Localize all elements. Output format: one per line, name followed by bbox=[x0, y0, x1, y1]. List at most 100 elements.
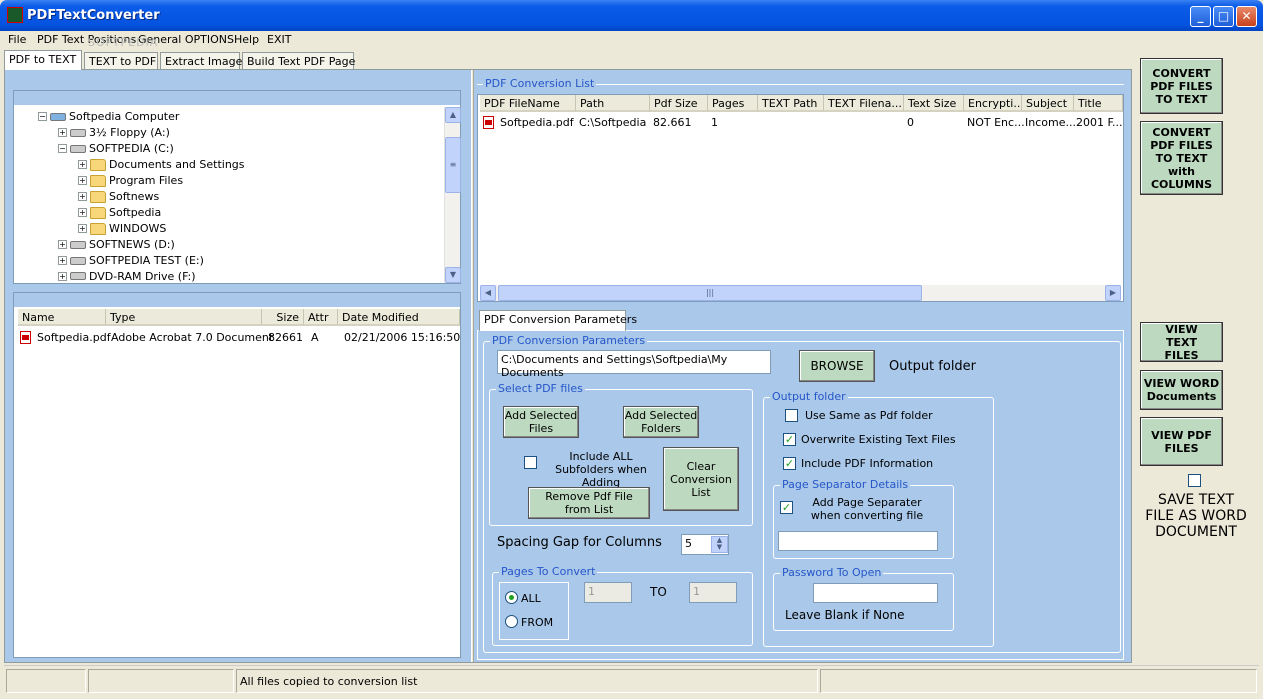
tree-item-floppy[interactable]: + 3½ Floppy (A:) bbox=[58, 126, 170, 139]
view-text-files-button[interactable]: VIEW TEXT FILES bbox=[1140, 322, 1223, 362]
pdf-folder-path-input[interactable]: C:\Documents and Settings\Softpedia\My D… bbox=[497, 350, 771, 379]
conv-filename: Softpedia.pdf bbox=[500, 116, 574, 129]
from-page-stepper[interactable]: 1 bbox=[584, 582, 632, 603]
pages-all-radio[interactable] bbox=[505, 591, 518, 604]
close-button[interactable]: ✕ bbox=[1236, 6, 1257, 27]
tree-item-folder[interactable]: + Program Files bbox=[78, 174, 183, 187]
column-text-size[interactable]: Text Size bbox=[904, 95, 964, 112]
tree-item-folder[interactable]: + Softnews bbox=[78, 190, 159, 203]
include-pdf-info-checkbox[interactable]: ✓ bbox=[783, 457, 796, 470]
column-subject[interactable]: Subject bbox=[1022, 95, 1074, 112]
collapse-icon[interactable]: − bbox=[38, 112, 47, 121]
expand-icon[interactable]: + bbox=[78, 160, 87, 169]
collapse-icon[interactable]: − bbox=[58, 144, 67, 153]
overwrite-checkbox[interactable]: ✓ bbox=[783, 433, 796, 446]
clear-conversion-list-button[interactable]: Clear Conversion List bbox=[663, 447, 739, 511]
tree-item-e-drive[interactable]: + SOFTPEDIA TEST (E:) bbox=[58, 254, 204, 267]
tab-build-text-pdf-page[interactable]: Build Text PDF Page bbox=[242, 52, 355, 70]
tree-item-folder[interactable]: + Softpedia bbox=[78, 206, 161, 219]
save-as-word-checkbox[interactable] bbox=[1188, 474, 1201, 487]
expand-icon[interactable]: + bbox=[58, 128, 67, 137]
menu-exit[interactable]: EXIT bbox=[267, 33, 291, 46]
column-attr[interactable]: Attr bbox=[304, 309, 338, 326]
browse-button[interactable]: BROWSE bbox=[799, 350, 875, 382]
tree-item-d-drive[interactable]: + SOFTNEWS (D:) bbox=[58, 238, 175, 251]
column-pdf-size[interactable]: Pdf Size bbox=[650, 95, 708, 112]
menu-file[interactable]: File bbox=[8, 33, 26, 46]
tab-extract-images[interactable]: Extract Images bbox=[160, 52, 248, 70]
pages-all-label: ALL bbox=[521, 592, 541, 605]
expand-icon[interactable]: + bbox=[78, 176, 87, 185]
scroll-right-icon[interactable]: ▶ bbox=[1105, 285, 1121, 301]
tree-item-folder[interactable]: + WINDOWS bbox=[78, 222, 166, 235]
convert-to-text-button[interactable]: CONVERT PDF FILES TO TEXT bbox=[1140, 58, 1223, 114]
expand-icon[interactable]: + bbox=[78, 208, 87, 217]
column-path[interactable]: Path bbox=[576, 95, 650, 112]
file-attr: A bbox=[311, 331, 319, 344]
tab-text-to-pdf[interactable]: TEXT to PDF bbox=[84, 52, 158, 70]
expand-icon[interactable]: + bbox=[78, 192, 87, 201]
folder-icon bbox=[90, 206, 106, 219]
minimize-button[interactable]: _ bbox=[1190, 6, 1211, 27]
table-row[interactable]: Softpedia.pdf Adobe Acrobat 7.0 Document… bbox=[14, 329, 460, 345]
drive-icon bbox=[70, 144, 86, 153]
column-pdf-filename[interactable]: PDF FileName bbox=[480, 95, 576, 112]
column-title[interactable]: Title bbox=[1074, 95, 1123, 112]
add-selected-folders-button[interactable]: Add Selected Folders bbox=[623, 406, 699, 438]
expand-icon[interactable]: + bbox=[58, 271, 67, 281]
column-pages[interactable]: Pages bbox=[708, 95, 758, 112]
remove-pdf-file-button[interactable]: Remove Pdf File from List bbox=[528, 487, 650, 519]
overwrite-label: Overwrite Existing Text Files bbox=[801, 433, 956, 446]
add-page-separator-checkbox[interactable]: ✓ bbox=[780, 501, 793, 514]
tree-item-folder[interactable]: + Documents and Settings bbox=[78, 158, 245, 171]
scroll-up-icon[interactable]: ▲ bbox=[445, 107, 461, 123]
window-title: PDFTextConverter bbox=[27, 8, 160, 23]
tree-scrollbar[interactable]: ▲ ≡ ▼ bbox=[444, 107, 461, 283]
file-list-panel[interactable]: Name Type Size Attr Date Modified Softpe… bbox=[13, 292, 461, 658]
password-input[interactable] bbox=[813, 583, 938, 603]
conversion-list-table[interactable]: PDF FileName Path Pdf Size Pages TEXT Pa… bbox=[477, 94, 1124, 302]
expand-icon[interactable]: + bbox=[58, 240, 67, 249]
computer-icon bbox=[50, 112, 66, 121]
include-subfolders-checkbox[interactable] bbox=[524, 456, 537, 469]
scroll-thumb[interactable]: ≡ bbox=[445, 137, 461, 193]
folder-tree-panel[interactable]: − Softpedia Computer + 3½ Floppy (A:) − … bbox=[13, 90, 461, 284]
maximize-button[interactable]: □ bbox=[1213, 6, 1234, 27]
spacing-spin-arrows-icon[interactable]: ▲ ▼ bbox=[711, 536, 728, 553]
tree-item-f-drive[interactable]: + DVD-RAM Drive (F:) bbox=[58, 270, 196, 282]
title-bar[interactable] bbox=[0, 0, 1263, 31]
tab-pdf-to-text[interactable]: PDF to TEXT bbox=[4, 50, 82, 70]
view-pdf-files-button[interactable]: VIEW PDF FILES bbox=[1140, 417, 1223, 466]
table-row[interactable]: Softpedia.pdf C:\Softpedia 82.661 1 0 NO… bbox=[478, 114, 1123, 130]
add-selected-files-button[interactable]: Add Selected Files bbox=[503, 406, 579, 438]
menu-help[interactable]: Help bbox=[234, 33, 259, 46]
column-size[interactable]: Size bbox=[262, 309, 304, 326]
to-page-stepper[interactable]: 1 bbox=[689, 582, 737, 603]
view-word-documents-button[interactable]: VIEW WORD Documents bbox=[1140, 370, 1223, 410]
tab-pdf-conversion-parameters[interactable]: PDF Conversion Parameters bbox=[479, 310, 637, 331]
scroll-down-icon[interactable]: ▼ bbox=[445, 267, 461, 283]
conversion-list-group: PDF Conversion List bbox=[477, 77, 1124, 90]
file-list-columns: Name Type Size Attr Date Modified bbox=[14, 309, 460, 326]
column-text-filename[interactable]: TEXT Filena... bbox=[824, 95, 904, 112]
conv-encryption: NOT Enc... bbox=[967, 116, 1025, 129]
column-encryption[interactable]: Encrypti... bbox=[964, 95, 1022, 112]
conversion-hscrollbar[interactable]: ◀ ||| ▶ bbox=[480, 285, 1121, 301]
tree-item-c-drive[interactable]: − SOFTPEDIA (C:) bbox=[58, 142, 174, 155]
expand-icon[interactable]: + bbox=[78, 224, 87, 233]
column-date-modified[interactable]: Date Modified bbox=[338, 309, 460, 326]
use-same-folder-checkbox[interactable] bbox=[785, 409, 798, 422]
tree-item-root[interactable]: − Softpedia Computer bbox=[38, 110, 179, 123]
column-text-path[interactable]: TEXT Path bbox=[758, 95, 824, 112]
column-type[interactable]: Type bbox=[106, 309, 262, 326]
expand-icon[interactable]: + bbox=[58, 256, 67, 265]
column-name[interactable]: Name bbox=[18, 309, 106, 326]
splitter[interactable] bbox=[471, 70, 474, 662]
convert-with-columns-button[interactable]: CONVERT PDF FILES TO TEXT with COLUMNS bbox=[1140, 121, 1223, 195]
page-separator-input[interactable] bbox=[778, 531, 938, 551]
pages-from-radio[interactable] bbox=[505, 615, 518, 628]
scroll-thumb[interactable]: ||| bbox=[498, 285, 922, 301]
leave-blank-label: Leave Blank if None bbox=[785, 608, 905, 622]
floppy-icon bbox=[70, 128, 86, 137]
scroll-left-icon[interactable]: ◀ bbox=[480, 285, 496, 301]
